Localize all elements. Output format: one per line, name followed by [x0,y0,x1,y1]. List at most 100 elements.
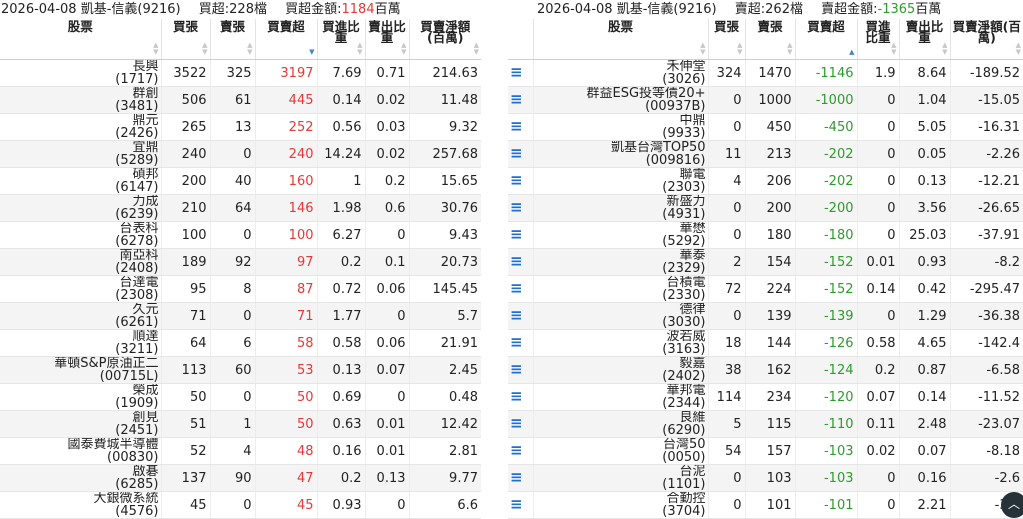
column-header-buy-ratio[interactable]: 買進比重 ▲ ▼ [857,19,900,60]
stock-cell[interactable]: 良維 (6290) [533,410,709,438]
table-row[interactable]: ≡ 聯電 (2303) 4 206 -202 0 0.13 -12.21 [508,167,1023,195]
table-row[interactable]: 榮成 (1909) 50 0 50 0.69 0 0.48 [0,383,481,411]
stock-cell[interactable]: 台積電 (2330) [533,275,709,303]
stock-cell[interactable]: 國泰費城半導體 (00830) [0,437,162,465]
hamburger-menu-icon[interactable]: ≡ [510,389,523,404]
column-header-sell-ratio[interactable]: 賣出比重 ▲ ▼ [365,19,410,60]
hamburger-menu-icon[interactable]: ≡ [510,308,523,323]
table-row[interactable]: ≡ 華懋 (5292) 0 180 -180 0 25.03 -37.91 [508,221,1023,249]
stock-cell[interactable]: 群益ESG投等債20+ (00937B) [533,86,709,114]
table-row[interactable]: 國泰費城半導體 (00830) 52 4 48 0.16 0.01 2.81 [0,437,481,465]
table-row[interactable]: ≡ 台泥 (1101) 0 103 -103 0 0.16 -2.6 [508,464,1023,492]
column-header-sell-ratio[interactable]: 賣出比重 ▲ ▼ [899,19,951,60]
stock-cell[interactable]: 久元 (6261) [0,302,162,330]
hamburger-menu-icon[interactable]: ≡ [510,254,523,269]
stock-cell[interactable]: 南亞科 (2408) [0,248,162,276]
hamburger-menu-icon[interactable]: ≡ [510,443,523,458]
table-row[interactable]: ≡ 禾伸堂 (3026) 324 1470 -1146 1.9 8.64 -189.52 [508,59,1023,87]
hamburger-menu-icon[interactable]: ≡ [510,335,523,350]
stock-cell[interactable]: 碩邦 (6147) [0,167,162,195]
hamburger-menu-icon[interactable]: ≡ [510,497,523,512]
stock-cell[interactable]: 合勤控 (3704) [533,491,709,519]
hamburger-menu-icon[interactable]: ≡ [510,416,523,431]
stock-cell[interactable]: 華懋 (5292) [533,221,709,249]
column-header-buy[interactable]: 買張 ▲ ▼ [161,19,211,60]
table-row[interactable]: 力成 (6239) 210 64 146 1.98 0.6 30.76 [0,194,481,222]
stock-cell[interactable]: 聯電 (2303) [533,167,709,195]
table-row[interactable]: ≡ 波若威 (3163) 18 144 -126 0.58 4.65 -142.4 [508,329,1023,357]
table-row[interactable]: ≡ 華泰 (2329) 2 154 -152 0.01 0.93 -8.2 [508,248,1023,276]
table-row[interactable]: 大銀微系統 (4576) 45 0 45 0.93 0 6.6 [0,491,481,519]
hamburger-menu-icon[interactable]: ≡ [510,281,523,296]
table-row[interactable]: ≡ 中鼎 (9933) 0 450 -450 0 5.05 -16.31 [508,113,1023,141]
stock-cell[interactable]: 力成 (6239) [0,194,162,222]
stock-cell[interactable]: 大銀微系統 (4576) [0,491,162,519]
column-header-stock[interactable]: 股票 ▲ ▼ [0,19,162,60]
table-row[interactable]: ≡ 華邦電 (2344) 114 234 -120 0.07 0.14 -11.52 [508,383,1023,411]
scroll-to-top-button[interactable]: ︿ [1001,492,1023,518]
hamburger-menu-icon[interactable]: ≡ [510,362,523,377]
hamburger-menu-icon[interactable]: ≡ [510,227,523,242]
table-row[interactable]: 久元 (6261) 71 0 71 1.77 0 5.7 [0,302,481,330]
table-row[interactable]: 台表科 (6278) 100 0 100 6.27 0 9.43 [0,221,481,249]
table-row[interactable]: ≡ 毅嘉 (2402) 38 162 -124 0.2 0.87 -6.58 [508,356,1023,384]
stock-cell[interactable]: 中鼎 (9933) [533,113,709,141]
stock-cell[interactable]: 波若威 (3163) [533,329,709,357]
table-row[interactable]: 啟碁 (6285) 137 90 47 0.2 0.13 9.77 [0,464,481,492]
stock-cell[interactable]: 鼎元 (2426) [0,113,162,141]
stock-cell[interactable]: 創見 (2451) [0,410,162,438]
stock-cell[interactable]: 華泰 (2329) [533,248,709,276]
table-row[interactable]: ≡ 台灣50 (0050) 54 157 -103 0.02 0.07 -8.18 [508,437,1023,465]
stock-cell[interactable]: 凱基台灣TOP50 (009816) [533,140,709,168]
stock-cell[interactable]: 禾伸堂 (3026) [533,59,709,87]
table-row[interactable]: 南亞科 (2408) 189 92 97 0.2 0.1 20.73 [0,248,481,276]
hamburger-menu-icon[interactable]: ≡ [510,173,523,188]
hamburger-menu-icon[interactable]: ≡ [510,119,523,134]
table-row[interactable]: ≡ 凱基台灣TOP50 (009816) 11 213 -202 0 0.05 -2.26 [508,140,1023,168]
column-header-net-amount[interactable]: 買賣淨額(百萬) ▲ ▼ [409,19,481,60]
stock-cell[interactable]: 華邦電 (2344) [533,383,709,411]
table-row[interactable]: ≡ 德律 (3030) 0 139 -139 0 1.29 -36.38 [508,302,1023,330]
table-row[interactable]: 宜鼎 (5289) 240 0 240 14.24 0.02 257.68 [0,140,481,168]
table-row[interactable]: 長興 (1717) 3522 325 3197 7.69 0.71 214.63 [0,59,481,87]
hamburger-menu-icon[interactable]: ≡ [510,92,523,107]
stock-cell[interactable]: 台泥 (1101) [533,464,709,492]
column-header-stock[interactable]: 股票 ▲ ▼ [533,19,709,60]
hamburger-menu-icon[interactable]: ≡ [510,146,523,161]
stock-cell[interactable]: 群創 (3481) [0,86,162,114]
stock-cell[interactable]: 新盛力 (4931) [533,194,709,222]
stock-cell[interactable]: 長興 (1717) [0,59,162,87]
table-row[interactable]: 順達 (3211) 64 6 58 0.58 0.06 21.91 [0,329,481,357]
table-row[interactable]: ≡合勤控(3704)0101-10102.21-3.4 [508,491,1023,519]
stock-cell[interactable]: 啟碁 (6285) [0,464,162,492]
stock-cell[interactable]: 榮成 (1909) [0,383,162,411]
stock-cell[interactable]: 順達 (3211) [0,329,162,357]
table-row[interactable]: ≡ 群益ESG投等債20+ (00937B) 0 1000 -1000 0 1.04 -15.0… [508,86,1023,114]
table-row[interactable]: 群創 (3481) 506 61 445 0.14 0.02 11.48 [0,86,481,114]
table-row[interactable]: ≡ 良維 (6290) 5 115 -110 0.11 2.48 -23.07 [508,410,1023,438]
table-row[interactable]: 創見 (2451) 51 1 50 0.63 0.01 12.42 [0,410,481,438]
stock-cell[interactable]: 台達電 (2308) [0,275,162,303]
hamburger-menu-icon[interactable]: ≡ [510,65,523,80]
column-header-net-amount[interactable]: 買賣淨額(百萬) ▲ ▼ [950,19,1023,60]
stock-cell[interactable]: 台灣50 (0050) [533,437,709,465]
stock-cell[interactable]: 毅嘉 (2402) [533,356,709,384]
stock-cell[interactable]: 德律 (3030) [533,302,709,330]
column-header-buy-ratio[interactable]: 買進比重 ▲ ▼ [317,19,366,60]
table-row[interactable]: ≡ 新盛力 (4931) 0 200 -200 0 3.56 -26.65 [508,194,1023,222]
column-header-net[interactable]: 買賣超 ▼ [255,19,318,60]
column-header-sell[interactable]: 賣張 ▲ ▼ [210,19,256,60]
table-row[interactable]: 鼎元 (2426) 265 13 252 0.56 0.03 9.32 [0,113,481,141]
column-header-buy[interactable]: 買張 ▲ ▼ [708,19,746,60]
stock-cell[interactable]: 台表科 (6278) [0,221,162,249]
table-row[interactable]: ≡ 台積電 (2330) 72 224 -152 0.14 0.42 -295.47 [508,275,1023,303]
table-row[interactable]: 碩邦 (6147) 200 40 160 1 0.2 15.65 [0,167,481,195]
table-row[interactable]: 台達電 (2308) 95 8 87 0.72 0.06 145.45 [0,275,481,303]
hamburger-menu-icon[interactable]: ≡ [510,470,523,485]
stock-cell[interactable]: 華頓S&P原油正二 (00715L) [0,356,162,384]
column-header-net[interactable]: 買賣超 ▲ [795,19,858,60]
column-header-sell[interactable]: 賣張 ▲ ▼ [745,19,796,60]
hamburger-menu-icon[interactable]: ≡ [510,200,523,215]
stock-cell[interactable]: 宜鼎 (5289) [0,140,162,168]
table-row[interactable]: 華頓S&P原油正二 (00715L) 113 60 53 0.13 0.07 2.45 [0,356,481,384]
